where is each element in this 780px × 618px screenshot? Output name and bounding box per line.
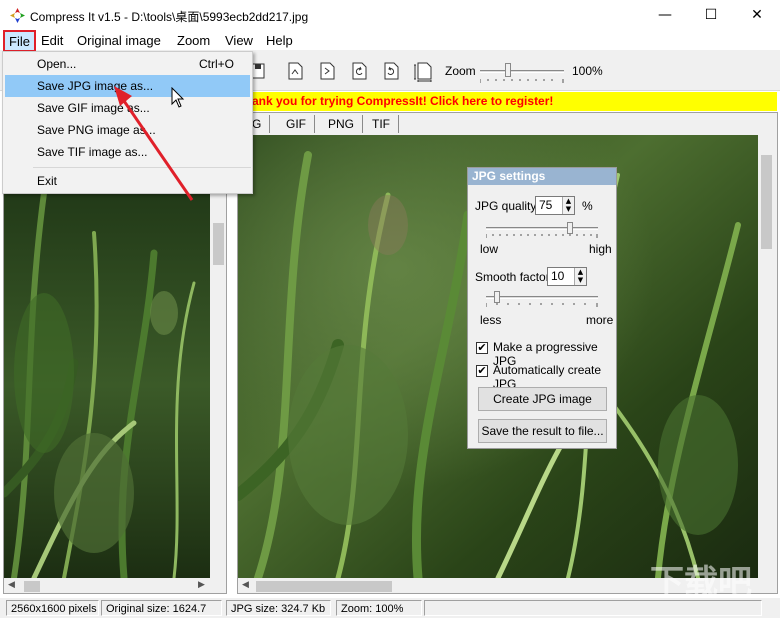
- smooth-factor-label: Smooth factor:: [475, 270, 554, 284]
- menu-save-gif[interactable]: Save GIF image as...: [5, 97, 250, 119]
- file-menu-dropdown: Open... Ctrl+O Save JPG image as... Save…: [2, 51, 253, 194]
- smooth-factor-less-label: less: [480, 313, 502, 327]
- status-original-size: Original size: 1624.7 Kb: [101, 600, 222, 616]
- jpg-quality-low-label: low: [480, 242, 499, 256]
- menu-help[interactable]: Help: [261, 31, 298, 51]
- app-icon: [10, 8, 25, 23]
- close-button[interactable]: ✕: [734, 0, 780, 31]
- menu-save-jpg[interactable]: Save JPG image as...: [5, 75, 250, 97]
- status-zoom: Zoom: 100%: [336, 600, 422, 616]
- original-image: [4, 193, 210, 578]
- tab-png[interactable]: PNG: [320, 115, 364, 133]
- menu-zoom[interactable]: Zoom: [172, 31, 215, 51]
- smooth-factor-ticks: [486, 303, 598, 307]
- smooth-factor-slider[interactable]: [486, 296, 598, 299]
- menu-view[interactable]: View: [220, 31, 258, 51]
- maximize-button[interactable]: ☐: [688, 0, 734, 31]
- menu-open[interactable]: Open... Ctrl+O: [5, 53, 250, 75]
- right-vertical-scroll-thumb[interactable]: [761, 155, 772, 249]
- tab-gif[interactable]: GIF: [278, 115, 315, 133]
- jpg-quality-label: JPG quality:: [475, 199, 540, 213]
- left-horizontal-scrollbar[interactable]: ◀ ▶: [4, 578, 210, 593]
- left-vertical-scrollbar[interactable]: [210, 193, 226, 578]
- title-bar: Compress It v1.5 - D:\tools\桌面\5993ecb2d…: [0, 0, 780, 31]
- spinner-arrows-icon[interactable]: ▲ ▼: [562, 197, 574, 214]
- zoom-slider[interactable]: [480, 70, 564, 73]
- zoom-slider-thumb[interactable]: [505, 63, 511, 77]
- right-vertical-scrollbar[interactable]: [758, 135, 775, 578]
- menu-open-label: Open...: [37, 57, 77, 71]
- menu-save-png[interactable]: Save PNG image as...: [5, 119, 250, 141]
- rotate-right-icon[interactable]: [379, 59, 401, 81]
- format-tabs: PG GIF PNG TIF: [238, 113, 777, 135]
- status-jpg-size: JPG size: 324.7 Kb: [226, 600, 331, 616]
- minimize-button[interactable]: —: [642, 0, 688, 31]
- rotate-left-icon[interactable]: [347, 59, 369, 81]
- zoom-value: 100%: [572, 64, 603, 78]
- menu-separator: [33, 167, 251, 168]
- auto-create-jpg-checkbox[interactable]: ✔: [476, 365, 488, 377]
- register-banner[interactable]: ank you for trying CompressIt! Click her…: [240, 92, 777, 111]
- jpg-quality-slider[interactable]: [486, 227, 598, 230]
- flip-horizontal-icon[interactable]: [283, 59, 305, 81]
- menu-edit[interactable]: Edit: [36, 31, 68, 51]
- left-horizontal-scroll-thumb[interactable]: [24, 581, 40, 592]
- menu-file[interactable]: File: [3, 30, 36, 52]
- smooth-factor-value: 10: [551, 269, 565, 283]
- scroll-left-arrow-icon[interactable]: ◀: [8, 580, 15, 590]
- tab-tif[interactable]: TIF: [364, 115, 399, 133]
- scroll-left-arrow-icon[interactable]: ◀: [242, 580, 249, 590]
- smooth-factor-spinner[interactable]: 10 ▲ ▼: [547, 267, 587, 286]
- scroll-right-arrow-icon[interactable]: ▶: [198, 580, 205, 590]
- create-jpg-button[interactable]: Create JPG image: [478, 387, 607, 411]
- menu-exit[interactable]: Exit: [5, 170, 250, 192]
- menu-original-image[interactable]: Original image: [72, 31, 166, 51]
- jpg-quality-unit: %: [582, 199, 593, 213]
- watermark: 下载吧: [650, 563, 752, 603]
- jpg-settings-title: JPG settings: [468, 168, 616, 185]
- jpg-quality-high-label: high: [589, 242, 612, 256]
- save-result-button[interactable]: Save the result to file...: [478, 419, 607, 443]
- menu-bar: File Edit Original image Zoom View Help: [0, 30, 780, 52]
- smooth-factor-slider-thumb[interactable]: [494, 291, 501, 303]
- progressive-jpg-checkbox[interactable]: ✔: [476, 342, 488, 354]
- zoom-label: Zoom: [445, 64, 476, 78]
- left-vertical-scroll-thumb[interactable]: [213, 223, 224, 265]
- resize-icon[interactable]: [411, 59, 433, 82]
- right-horizontal-scroll-thumb[interactable]: [256, 581, 392, 592]
- jpg-quality-ticks: [486, 234, 598, 238]
- smooth-factor-more-label: more: [586, 313, 614, 327]
- menu-save-tif[interactable]: Save TIF image as...: [5, 141, 250, 163]
- jpg-settings-panel: JPG settings JPG quality: 75 ▲ ▼ % low hi…: [467, 167, 617, 449]
- zoom-slider-ticks: [480, 79, 564, 83]
- mouse-cursor-icon: [171, 87, 185, 108]
- jpg-quality-value: 75: [539, 198, 553, 212]
- status-dimensions: 2560x1600 pixels: [6, 600, 99, 616]
- spinner-arrows-icon[interactable]: ▲ ▼: [574, 268, 586, 285]
- flip-vertical-icon[interactable]: [315, 59, 337, 81]
- jpg-quality-spinner[interactable]: 75 ▲ ▼: [535, 196, 575, 215]
- jpg-quality-slider-thumb[interactable]: [567, 222, 573, 234]
- window-title: Compress It v1.5 - D:\tools\桌面\5993ecb2d…: [30, 10, 309, 24]
- menu-open-shortcut: Ctrl+O: [198, 57, 234, 71]
